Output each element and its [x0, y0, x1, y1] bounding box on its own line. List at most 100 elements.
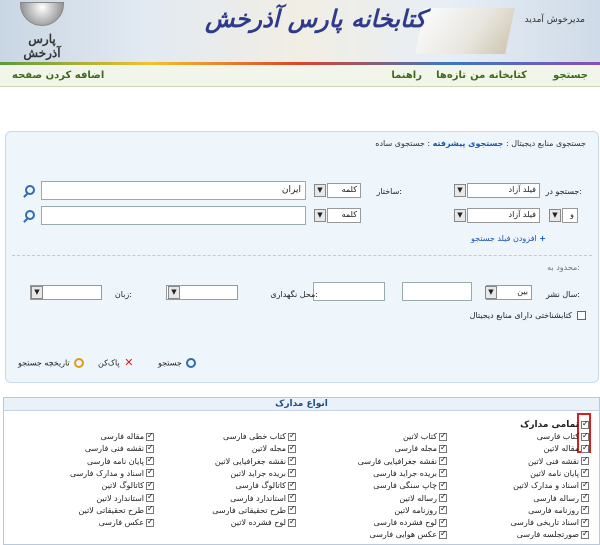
chevron-down-icon[interactable]: ▼ [454, 209, 466, 222]
document-type-item[interactable]: روزنامه لاتین [394, 504, 447, 515]
checkbox[interactable] [581, 529, 589, 539]
checkbox[interactable] [581, 467, 589, 478]
clear-button[interactable]: پاک‌کن ✕ [98, 357, 134, 368]
checkbox[interactable] [581, 517, 589, 527]
checkbox[interactable] [439, 480, 447, 490]
checkbox[interactable] [146, 504, 154, 515]
chevron-down-icon[interactable]: ▼ [314, 184, 326, 197]
document-type-item[interactable]: پایان نامه لاتین [530, 467, 589, 478]
checkbox[interactable] [439, 455, 447, 466]
document-type-item[interactable]: صورتجلسه فارسی [517, 529, 589, 539]
search-button[interactable]: جستجو [158, 358, 197, 368]
document-type-item[interactable]: طرح تحقیقاتی فارسی [212, 504, 296, 515]
checkbox[interactable] [146, 443, 154, 453]
document-type-item[interactable]: کتاب لاتین [403, 431, 447, 441]
document-type-item[interactable]: عکس هوایی فارسی [370, 529, 447, 539]
checkbox[interactable] [581, 419, 589, 429]
checkbox[interactable] [146, 455, 154, 466]
checkbox[interactable] [581, 504, 589, 515]
checkbox[interactable] [288, 455, 296, 466]
document-type-item[interactable]: استاندارد لاتین [96, 492, 154, 503]
document-type-item[interactable]: کتاب فارسی [537, 431, 589, 441]
document-type-item[interactable]: مقاله لاتین [544, 443, 589, 453]
tab-digital[interactable]: جستجوی منابع دیجیتال [511, 139, 586, 148]
checkbox[interactable] [288, 480, 296, 490]
document-type-item[interactable]: نقشه جغرافیایی فارسی [358, 455, 447, 466]
checkbox[interactable] [146, 431, 154, 441]
document-type-item[interactable]: رساله لاتین [399, 492, 447, 503]
checkbox[interactable] [288, 504, 296, 515]
checkbox[interactable] [439, 529, 447, 539]
document-type-item[interactable]: استاندارد فارسی [230, 492, 296, 503]
chevron-down-icon[interactable]: ▼ [314, 209, 326, 222]
search-input-2[interactable] [41, 206, 306, 225]
document-type-item[interactable]: لوح فشرده فارسی [374, 517, 447, 527]
document-type-item[interactable]: لوح فشرده لاتین [231, 517, 296, 527]
structure-select-2[interactable]: کلمه [327, 208, 361, 223]
document-type-item[interactable]: کاتالوگ فارسی [235, 480, 296, 490]
checkbox[interactable] [146, 517, 154, 527]
chevron-down-icon[interactable]: ▼ [31, 286, 43, 299]
checkbox[interactable] [581, 431, 589, 441]
document-type-item[interactable]: مقاله فارسی [100, 431, 154, 441]
checkbox[interactable] [288, 492, 296, 502]
checkbox[interactable] [439, 492, 447, 502]
add-field-link[interactable]: افزودن فیلد جستجو + [471, 234, 546, 243]
chevron-down-icon[interactable]: ▼ [549, 209, 561, 222]
tab-advanced[interactable]: جستجوی پیشرفته [433, 139, 504, 148]
tab-simple[interactable]: جستجوی ساده [375, 139, 425, 148]
document-type-item[interactable]: رساله فارسی [533, 492, 589, 503]
year-from-input[interactable] [402, 282, 472, 301]
document-type-item[interactable]: پایان نامه فارسی [87, 455, 154, 466]
site-logo[interactable]: پارس آذرخش [8, 0, 76, 60]
checkbox[interactable] [288, 467, 296, 478]
document-type-item[interactable]: اسناد و مدارک فارسی [70, 467, 154, 478]
document-type-item[interactable]: بریده جراید فارسی [373, 467, 447, 478]
document-type-item[interactable]: چاپ سنگی فارسی [373, 480, 447, 490]
structure-select-1[interactable]: کلمه [327, 183, 361, 198]
checkbox[interactable] [439, 504, 447, 515]
chevron-down-icon[interactable]: ▼ [454, 184, 466, 197]
checkbox[interactable] [288, 517, 296, 527]
nav-news[interactable]: تازه‌ها [436, 70, 466, 81]
chevron-down-icon[interactable]: ▼ [485, 286, 497, 299]
checkbox[interactable] [581, 480, 589, 490]
history-button[interactable]: تاریخچه جستجو [18, 358, 85, 368]
field-select-2[interactable]: فیلد آزاد [467, 208, 540, 223]
checkbox[interactable] [581, 492, 589, 502]
nav-my-library[interactable]: کتابخانه من [470, 70, 527, 81]
checkbox[interactable] [439, 517, 447, 527]
document-type-item[interactable]: مجله لاتین [252, 443, 296, 453]
all-documents-item[interactable]: تمامی مدارک [520, 419, 589, 430]
search-icon[interactable] [22, 183, 38, 199]
document-type-item[interactable]: کاتالوگ لاتین [102, 480, 154, 490]
checkbox[interactable] [146, 467, 154, 478]
checkbox[interactable] [581, 455, 589, 466]
document-type-item[interactable]: اسناد و مدارک لاتین [513, 480, 589, 490]
document-type-item[interactable]: نقشه جغرافیایی لاتین [215, 455, 296, 466]
document-type-item[interactable]: عکس فارسی [99, 517, 154, 527]
document-type-item[interactable]: روزنامه فارسی [528, 504, 589, 515]
document-type-item[interactable]: اسناد تاریخی فارسی [510, 517, 589, 527]
document-type-item[interactable]: نقشه فنی فارسی [85, 443, 154, 453]
year-to-input[interactable] [313, 282, 385, 301]
document-type-item[interactable]: بریده جراید لاتین [230, 467, 296, 478]
nav-add-page[interactable]: اضافه کردن صفحه [12, 70, 104, 81]
checkbox[interactable] [288, 431, 296, 441]
checkbox[interactable] [439, 443, 447, 453]
nav-search[interactable]: جستجو [553, 70, 588, 81]
digital-only-checkbox[interactable] [577, 311, 586, 320]
checkbox[interactable] [439, 467, 447, 478]
checkbox[interactable] [288, 443, 296, 453]
checkbox[interactable] [146, 480, 154, 490]
search-input-1[interactable]: ایران [41, 181, 306, 200]
checkbox[interactable] [146, 492, 154, 502]
operator-select[interactable]: و [562, 208, 578, 223]
chevron-down-icon[interactable]: ▼ [168, 286, 180, 299]
checkbox[interactable] [581, 443, 589, 453]
search-icon[interactable] [22, 208, 38, 224]
document-type-item[interactable]: کتاب خطی فارسی [223, 431, 296, 441]
document-type-item[interactable]: طرح تحقیقاتی لاتین [78, 504, 154, 515]
document-type-item[interactable]: نقشه فنی لاتین [528, 455, 589, 466]
checkbox[interactable] [439, 431, 447, 441]
